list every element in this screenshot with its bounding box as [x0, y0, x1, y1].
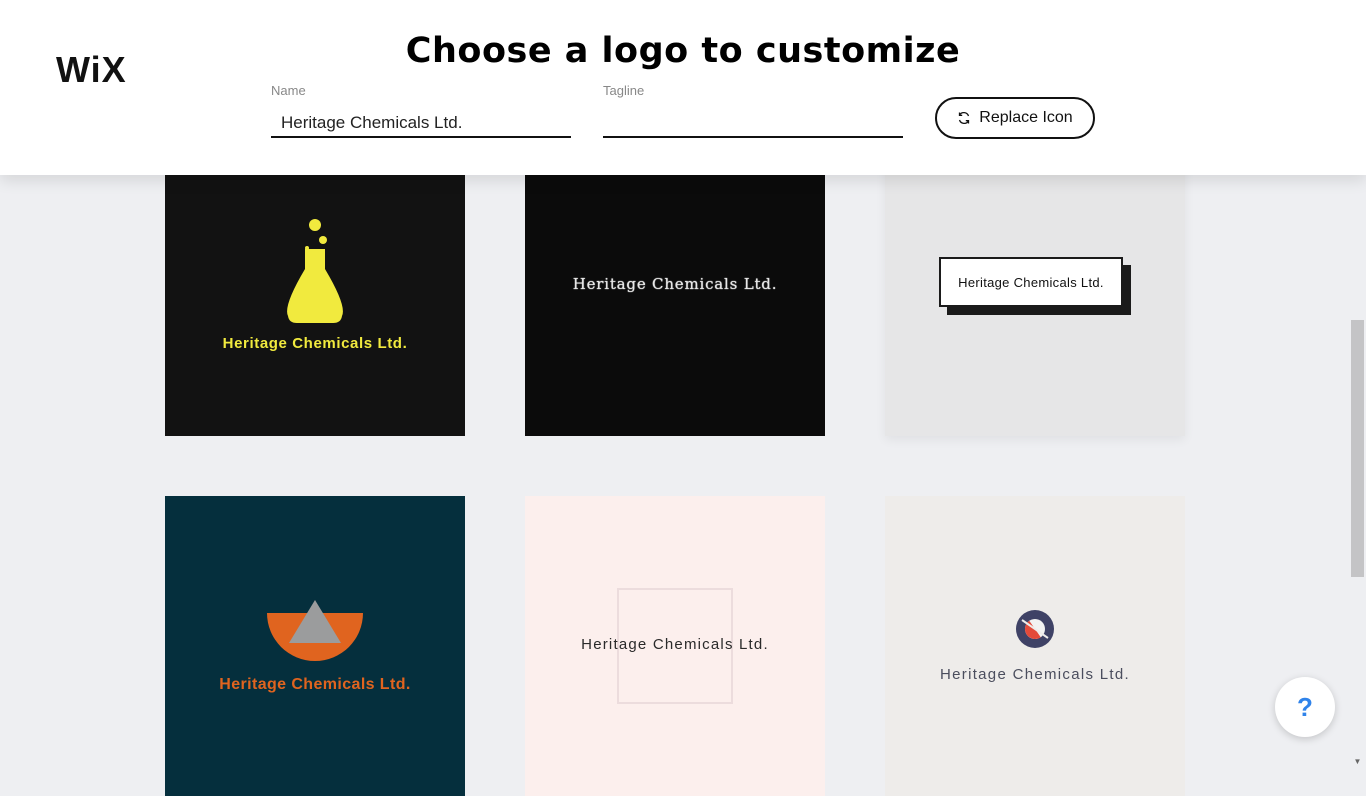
- name-field-label: Name: [271, 83, 306, 98]
- tagline-input[interactable]: [603, 110, 903, 138]
- ring-icon: [1016, 610, 1054, 648]
- logo-text: Heritage Chemicals Ltd.: [572, 275, 778, 293]
- logo-card-6[interactable]: Heritage Chemicals Ltd.: [885, 496, 1185, 796]
- page-title: Choose a logo to customize: [405, 31, 961, 71]
- logo-text: Heritage Chemicals Ltd.: [958, 274, 1104, 290]
- top-bar: WiX Choose a logo to customize Name Tagl…: [0, 0, 1366, 175]
- replace-icon-button[interactable]: Replace Icon: [935, 97, 1095, 139]
- name-input[interactable]: [271, 110, 571, 138]
- logo-text: Heritage Chemicals Ltd.: [940, 666, 1130, 683]
- logo-card-3[interactable]: Heritage Chemicals Ltd.: [885, 136, 1185, 436]
- logo-text: Heritage Chemicals Ltd.: [581, 636, 769, 653]
- scrollbar-thumb[interactable]: [1351, 320, 1364, 577]
- logo-card-4[interactable]: Heritage Chemicals Ltd.: [165, 496, 465, 796]
- logo-card-1[interactable]: Heritage Chemicals Ltd.: [165, 136, 465, 436]
- replace-icon-label: Replace Icon: [979, 109, 1073, 126]
- tagline-field-label: Tagline: [603, 83, 645, 98]
- scroll-down-arrow-icon[interactable]: ▼: [1351, 756, 1364, 768]
- help-button[interactable]: ?: [1275, 677, 1335, 737]
- flask-icon: [287, 219, 343, 323]
- logo-text: Heritage Chemicals Ltd.: [222, 335, 408, 352]
- logo-card-2[interactable]: Heritage Chemicals Ltd.: [525, 136, 825, 436]
- bowl-triangle-icon: [267, 600, 363, 661]
- logo-card-5[interactable]: Heritage Chemicals Ltd.: [525, 496, 825, 796]
- refresh-icon: [957, 111, 971, 125]
- logo-text: Heritage Chemicals Ltd.: [219, 676, 411, 693]
- logo-box: Heritage Chemicals Ltd.: [939, 257, 1123, 307]
- help-label: ?: [1297, 691, 1313, 722]
